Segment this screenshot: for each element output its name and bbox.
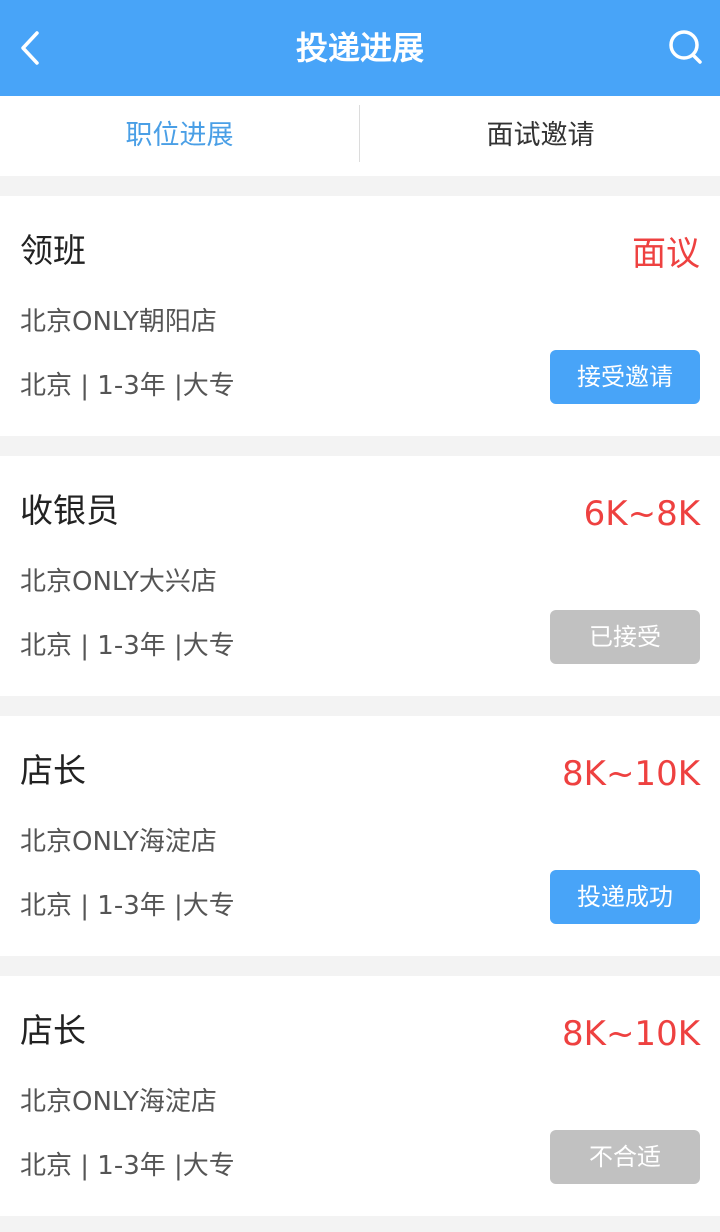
job-meta: 北京 | 1-3年 |大专 <box>20 371 235 401</box>
status-button[interactable]: 接受邀请 <box>550 350 700 404</box>
chevron-left-icon <box>21 31 39 65</box>
job-salary: 面议 <box>632 234 700 274</box>
job-title: 店长 <box>20 1011 86 1050</box>
job-meta: 北京 | 1-3年 |大专 <box>20 631 235 661</box>
company-name: 北京ONLY朝阳店 <box>20 307 217 337</box>
app-header: 投递进展 <box>0 0 720 96</box>
search-icon <box>669 30 702 64</box>
job-meta: 北京 | 1-3年 |大专 <box>20 891 235 921</box>
job-salary: 8K~10K <box>562 754 700 794</box>
job-title: 店长 <box>20 751 86 790</box>
job-card[interactable]: 店长 8K~10K 北京ONLY海淀店 北京 | 1-3年 |大专 投递成功 <box>0 716 720 956</box>
job-title: 收银员 <box>20 491 119 530</box>
status-button[interactable]: 投递成功 <box>550 870 700 924</box>
job-card[interactable]: 收银员 6K~8K 北京ONLY大兴店 北京 | 1-3年 |大专 已接受 <box>0 456 720 696</box>
search-button[interactable] <box>660 23 710 73</box>
back-button[interactable] <box>10 23 60 73</box>
job-meta: 北京 | 1-3年 |大专 <box>20 1151 235 1181</box>
status-badge: 不合适 <box>550 1130 700 1184</box>
job-salary: 6K~8K <box>583 494 700 534</box>
tab-divider <box>359 105 360 162</box>
page-title: 投递进展 <box>295 29 424 67</box>
company-name: 北京ONLY大兴店 <box>20 567 217 597</box>
job-card[interactable]: 领班 面议 北京ONLY朝阳店 北京 | 1-3年 |大专 接受邀请 <box>0 196 720 436</box>
company-name: 北京ONLY海淀店 <box>20 1087 217 1117</box>
company-name: 北京ONLY海淀店 <box>20 827 217 857</box>
job-title: 领班 <box>20 231 86 270</box>
status-badge: 已接受 <box>550 610 700 664</box>
tab-job-progress[interactable]: 职位进展 <box>0 96 359 176</box>
job-card[interactable]: 店长 8K~10K 北京ONLY海淀店 北京 | 1-3年 |大专 不合适 <box>0 976 720 1216</box>
tab-bar: 职位进展 面试邀请 <box>0 96 720 176</box>
tab-interview-invites[interactable]: 面试邀请 <box>361 96 720 176</box>
job-salary: 8K~10K <box>562 1014 700 1054</box>
